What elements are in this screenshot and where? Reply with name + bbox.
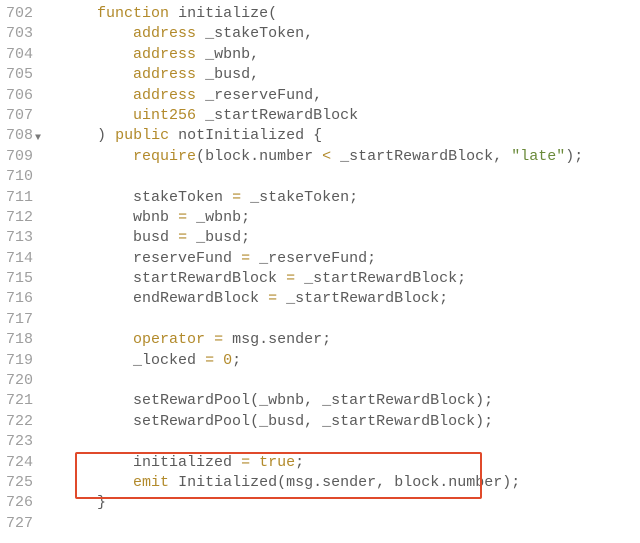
line-number: 710 [6,167,33,187]
line-number: 727 [6,514,33,534]
code-line: } [61,493,640,513]
code-area: function initialize( address _stakeToken… [43,4,640,534]
fold-icon[interactable]: ▼ [35,129,41,149]
code-line: operator = msg.sender; [61,330,640,350]
code-line [61,432,640,452]
line-number: 716 [6,289,33,309]
line-number: 715 [6,269,33,289]
line-number: 707 [6,106,33,126]
code-line: wbnb = _wbnb; [61,208,640,228]
code-line: function initialize( [61,4,640,24]
line-number: 702 [6,4,33,24]
line-number: 708▼ [6,126,33,146]
code-line: ) public notInitialized { [61,126,640,146]
line-number: 711 [6,188,33,208]
code-line: uint256 _startRewardBlock [61,106,640,126]
code-line: address _wbnb, [61,45,640,65]
line-number: 718 [6,330,33,350]
code-line [61,167,640,187]
code-line: address _busd, [61,65,640,85]
code-line: require(block.number < _startRewardBlock… [61,147,640,167]
line-number: 714 [6,249,33,269]
line-number: 723 [6,432,33,452]
line-number: 721 [6,391,33,411]
line-gutter: 702703704705706707708▼709710711712713714… [0,4,43,534]
line-number: 703 [6,24,33,44]
code-line: busd = _busd; [61,228,640,248]
line-number: 717 [6,310,33,330]
code-line: reserveFund = _reserveFund; [61,249,640,269]
line-number: 719 [6,351,33,371]
code-line: endRewardBlock = _startRewardBlock; [61,289,640,309]
code-line: setRewardPool(_wbnb, _startRewardBlock); [61,391,640,411]
code-line: stakeToken = _stakeToken; [61,188,640,208]
code-line [61,371,640,391]
line-number: 705 [6,65,33,85]
line-number: 704 [6,45,33,65]
line-number: 722 [6,412,33,432]
line-number: 712 [6,208,33,228]
code-line [61,514,640,534]
line-number: 724 [6,453,33,473]
code-line: _locked = 0; [61,351,640,371]
line-number: 709 [6,147,33,167]
code-line: startRewardBlock = _startRewardBlock; [61,269,640,289]
code-line: setRewardPool(_busd, _startRewardBlock); [61,412,640,432]
line-number: 726 [6,493,33,513]
code-line: initialized = true; [61,453,640,473]
code-editor: 702703704705706707708▼709710711712713714… [0,0,640,538]
code-line: address _stakeToken, [61,24,640,44]
code-line: address _reserveFund, [61,86,640,106]
line-number: 725 [6,473,33,493]
code-line [61,310,640,330]
line-number: 720 [6,371,33,391]
code-line: emit Initialized(msg.sender, block.numbe… [61,473,640,493]
line-number: 706 [6,86,33,106]
line-number: 713 [6,228,33,248]
